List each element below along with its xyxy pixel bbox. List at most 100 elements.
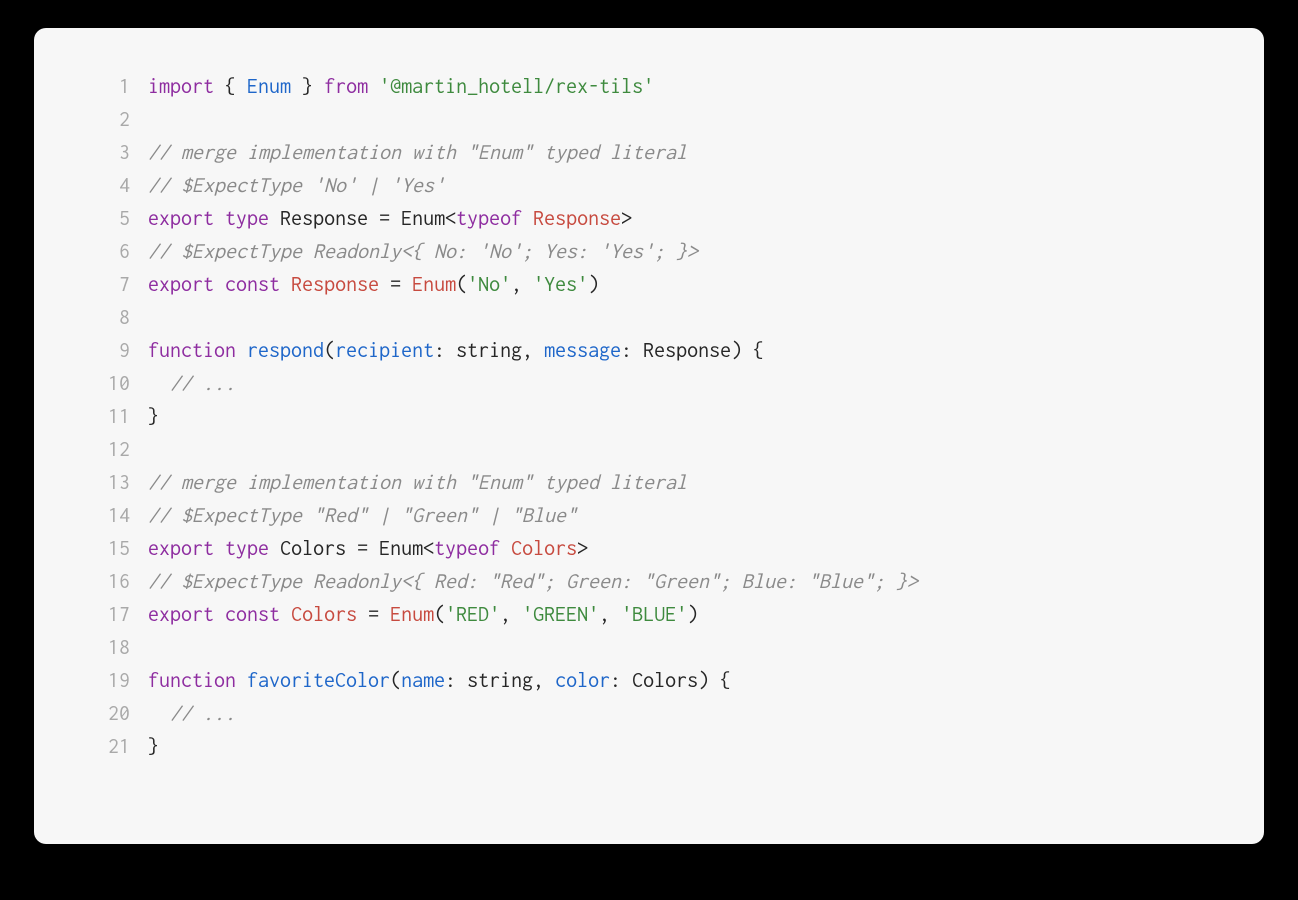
line-content: } — [148, 400, 1208, 433]
line-content — [148, 103, 1208, 136]
line-content: // $ExpectType 'No' | 'Yes' — [148, 169, 1208, 202]
token: function — [148, 339, 236, 362]
token: : — [610, 669, 632, 692]
line-content: export type Colors = Enum<typeof Colors> — [148, 532, 1208, 565]
token: = — [368, 207, 401, 230]
token: name — [401, 669, 445, 692]
code-line: 12 — [90, 433, 1208, 466]
token: = — [346, 537, 379, 560]
token: Colors — [291, 603, 357, 626]
line-content: // $ExpectType Readonly<{ No: 'No'; Yes:… — [148, 235, 1208, 268]
code-line: 13// merge implementation with "Enum" ty… — [90, 466, 1208, 499]
code-line: 8 — [90, 301, 1208, 334]
code-line: 17export const Colors = Enum('RED', 'GRE… — [90, 598, 1208, 631]
line-number: 12 — [90, 433, 130, 466]
line-content: export const Response = Enum('No', 'Yes'… — [148, 268, 1208, 301]
token: message — [544, 339, 621, 362]
token: // ... — [170, 372, 236, 395]
token: const — [225, 273, 280, 296]
code-line: 6 // $ExpectType Readonly<{ No: 'No'; Yes… — [90, 235, 1208, 268]
token: function — [148, 669, 236, 692]
token: Enum — [247, 75, 291, 98]
token — [522, 207, 533, 230]
token — [214, 207, 225, 230]
token: export — [148, 207, 214, 230]
token — [269, 207, 280, 230]
token — [368, 75, 379, 98]
line-number: 1 — [90, 70, 130, 103]
token: const — [225, 603, 280, 626]
line-content — [148, 631, 1208, 664]
token: , — [511, 273, 533, 296]
token: Enum — [379, 537, 423, 560]
code-line: 20 // ... — [90, 697, 1208, 730]
line-number: 16 — [90, 565, 130, 598]
token: Response — [280, 207, 368, 230]
token: < — [445, 207, 456, 230]
token: ( — [434, 603, 445, 626]
token: typeof — [434, 537, 500, 560]
token: 'Yes' — [533, 273, 588, 296]
token: '@martin_hotell/rex-tils' — [379, 75, 654, 98]
token: Enum — [401, 207, 445, 230]
code-line: 4 // $ExpectType 'No' | 'Yes' — [90, 169, 1208, 202]
token: Colors — [632, 669, 698, 692]
token — [148, 372, 170, 395]
line-number: 19 — [90, 664, 130, 697]
token: , — [533, 669, 555, 692]
token: > — [577, 537, 588, 560]
token: // merge implementation with "Enum" type… — [148, 141, 687, 164]
token: type — [225, 207, 269, 230]
token: , — [522, 339, 544, 362]
line-content: // $ExpectType Readonly<{ Red: "Red"; Gr… — [148, 565, 1208, 598]
code-line: 1import { Enum } from '@martin_hotell/re… — [90, 70, 1208, 103]
token: ) — [588, 273, 599, 296]
token: = — [379, 273, 412, 296]
code-line: 7export const Response = Enum('No', 'Yes… — [90, 268, 1208, 301]
code-line: 15export type Colors = Enum<typeof Color… — [90, 532, 1208, 565]
token: color — [555, 669, 610, 692]
line-number: 10 — [90, 367, 130, 400]
token: , — [599, 603, 621, 626]
line-number: 4 — [90, 169, 130, 202]
line-content: // merge implementation with "Enum" type… — [148, 136, 1208, 169]
token — [269, 537, 280, 560]
line-number: 20 — [90, 697, 130, 730]
token: ( — [390, 669, 401, 692]
line-content — [148, 433, 1208, 466]
token: respond — [247, 339, 324, 362]
line-number: 2 — [90, 103, 130, 136]
token: ) { — [698, 669, 731, 692]
token — [280, 273, 291, 296]
code-card: 1import { Enum } from '@martin_hotell/re… — [34, 28, 1264, 844]
code-line: 21} — [90, 730, 1208, 763]
line-content: function favoriteColor(name: string, col… — [148, 664, 1208, 697]
token: < — [423, 537, 434, 560]
token: Colors — [511, 537, 577, 560]
code-line: 2 — [90, 103, 1208, 136]
token: // $ExpectType Readonly<{ No: 'No'; Yes:… — [148, 240, 698, 263]
token: 'GREEN' — [522, 603, 599, 626]
token: type — [225, 537, 269, 560]
line-number: 14 — [90, 499, 130, 532]
token: Colors — [280, 537, 346, 560]
token: Response — [643, 339, 731, 362]
token — [214, 603, 225, 626]
token: ( — [456, 273, 467, 296]
line-number: 18 — [90, 631, 130, 664]
line-number: 6 — [90, 235, 130, 268]
token: 'RED' — [445, 603, 500, 626]
code-line: 9function respond(recipient: string, mes… — [90, 334, 1208, 367]
token: : — [621, 339, 643, 362]
token: Enum — [390, 603, 434, 626]
token: from — [324, 75, 368, 98]
line-number: 11 — [90, 400, 130, 433]
token: Response — [533, 207, 621, 230]
line-number: 15 — [90, 532, 130, 565]
line-number: 17 — [90, 598, 130, 631]
token: : — [445, 669, 467, 692]
line-number: 21 — [90, 730, 130, 763]
line-content: // ... — [148, 697, 1208, 730]
token: // $ExpectType "Red" | "Green" | "Blue" — [148, 504, 577, 527]
line-content: export type Response = Enum<typeof Respo… — [148, 202, 1208, 235]
